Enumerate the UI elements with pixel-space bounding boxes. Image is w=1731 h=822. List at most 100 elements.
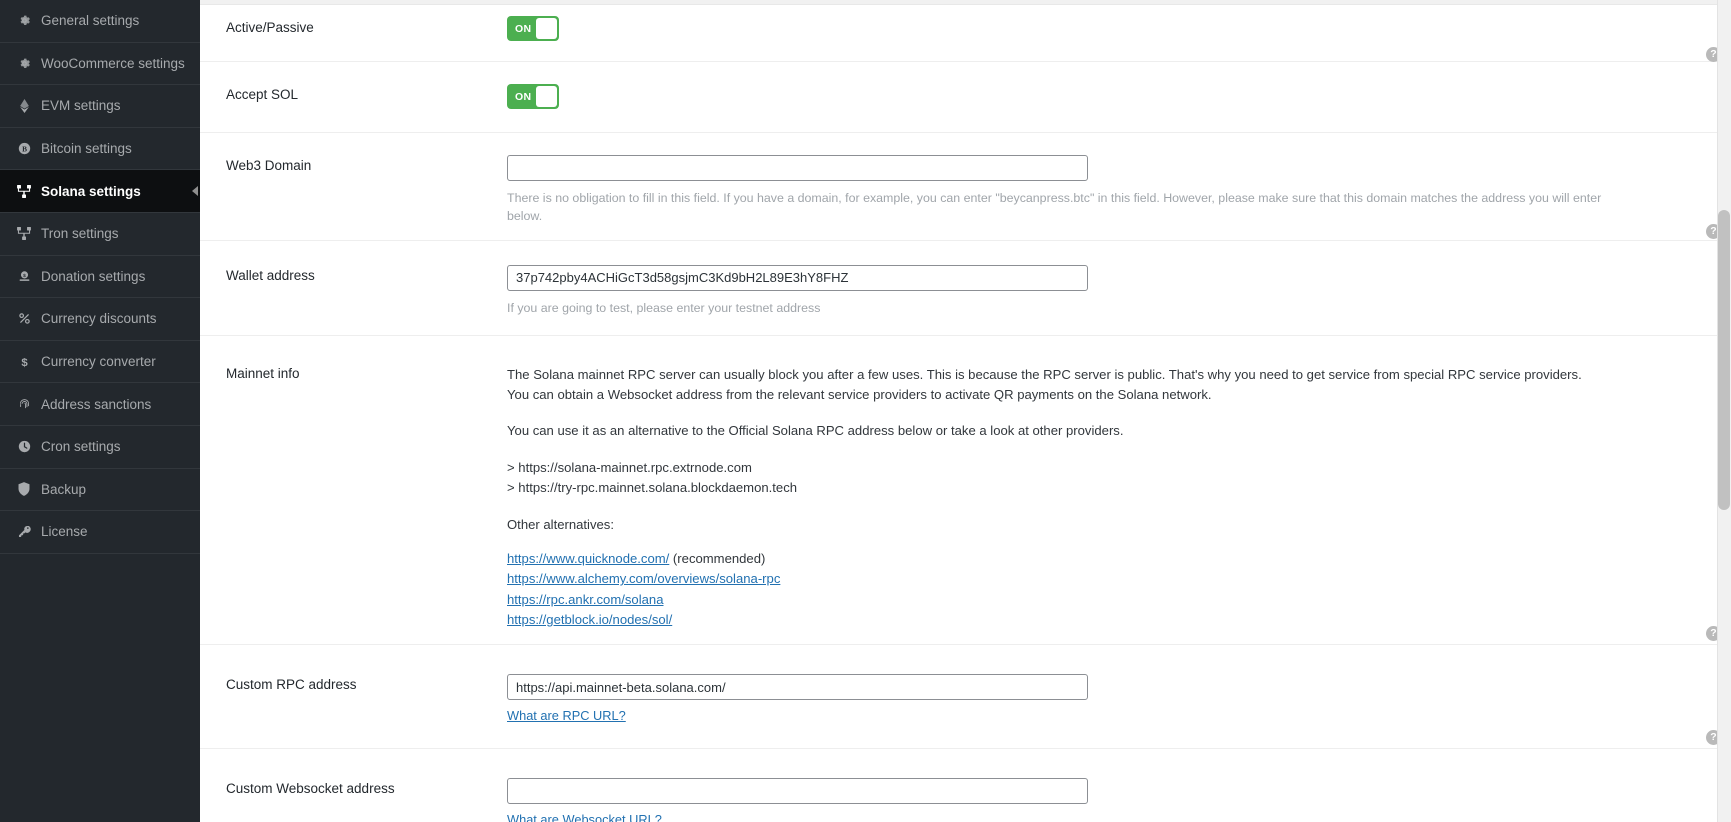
- row-field: ON ?: [507, 62, 1731, 132]
- row-label: Active/Passive: [200, 5, 507, 61]
- wallet-address-description: If you are going to test, please enter y…: [507, 300, 1671, 318]
- sidebar-item-donation-settings[interactable]: $ Donation settings: [0, 256, 200, 299]
- sidebar-item-currency-converter[interactable]: $ Currency converter: [0, 341, 200, 384]
- mainnet-info-paragraph-2: You can use it as an alternative to the …: [507, 421, 1607, 441]
- row-label: Mainnet info: [200, 336, 507, 644]
- sidebar-item-solana-settings[interactable]: Solana settings: [0, 170, 200, 213]
- solana-node-icon: [14, 227, 34, 240]
- row-field: What are Websocket URL? ?: [507, 749, 1731, 822]
- clock-icon: [14, 440, 34, 453]
- sidebar-item-license[interactable]: License: [0, 511, 200, 554]
- key-icon: [14, 525, 34, 538]
- row-custom-rpc-address: Custom RPC address What are RPC URL? ?: [200, 645, 1731, 749]
- wallet-address-input[interactable]: [507, 265, 1088, 291]
- gear-icon: [14, 57, 34, 70]
- sidebar-item-address-sanctions[interactable]: Address sanctions: [0, 383, 200, 426]
- fingerprint-icon: [14, 398, 34, 411]
- sidebar-item-tron-settings[interactable]: Tron settings: [0, 213, 200, 256]
- alternative-suffix: (recommended): [669, 551, 765, 566]
- sidebar-item-label: EVM settings: [41, 98, 121, 113]
- row-active-passive: Active/Passive ON: [200, 5, 1731, 62]
- alternatives-list: https://www.quicknode.com/ (recommended)…: [507, 549, 1607, 630]
- row-custom-websocket-address: Custom Websocket address What are Websoc…: [200, 749, 1731, 822]
- sidebar-item-label: Address sanctions: [41, 397, 151, 412]
- alternative-row: https://getblock.io/nodes/sol/: [507, 610, 1607, 630]
- sidebar: General settings WooCommerce settings EV…: [0, 0, 200, 822]
- donation-icon: $: [14, 270, 34, 283]
- row-accept-sol: Accept SOL ON ?: [200, 62, 1731, 133]
- row-field: If you are going to test, please enter y…: [507, 241, 1731, 335]
- web3-domain-description: There is no obligation to fill in this f…: [507, 190, 1617, 226]
- row-label: Wallet address: [200, 241, 507, 335]
- sidebar-item-general-settings[interactable]: General settings: [0, 0, 200, 43]
- sidebar-item-label: Backup: [41, 482, 86, 497]
- accept-sol-toggle[interactable]: ON: [507, 84, 559, 109]
- sidebar-item-bitcoin-settings[interactable]: B Bitcoin settings: [0, 128, 200, 171]
- page-scrollbar-thumb[interactable]: [1718, 210, 1730, 510]
- ethereum-icon: [14, 99, 34, 113]
- gear-icon: [14, 14, 34, 27]
- chevron-right-icon: [192, 186, 198, 196]
- row-mainnet-info: Mainnet info The Solana mainnet RPC serv…: [200, 336, 1731, 645]
- alternative-link[interactable]: https://www.alchemy.com/overviews/solana…: [507, 571, 780, 586]
- what-are-rpc-url-link[interactable]: What are RPC URL?: [507, 708, 626, 723]
- web3-domain-input[interactable]: [507, 155, 1088, 181]
- row-web3-domain: Web3 Domain There is no obligation to fi…: [200, 133, 1731, 241]
- alternative-row: https://www.quicknode.com/ (recommended): [507, 549, 1607, 569]
- sidebar-item-label: General settings: [41, 13, 139, 28]
- svg-text:$: $: [23, 273, 26, 279]
- toggle-knob: [536, 86, 557, 107]
- svg-text:$: $: [21, 357, 28, 369]
- row-field: There is no obligation to fill in this f…: [507, 133, 1731, 240]
- what-are-websocket-url-link[interactable]: What are Websocket URL?: [507, 812, 662, 822]
- alternative-link[interactable]: https://rpc.ankr.com/solana: [507, 592, 663, 607]
- row-wallet-address: Wallet address If you are going to test,…: [200, 241, 1731, 336]
- active-passive-toggle[interactable]: ON: [507, 16, 559, 41]
- dollar-icon: $: [14, 355, 34, 369]
- alternatives-label: Other alternatives:: [507, 515, 1607, 535]
- mainnet-info-body: The Solana mainnet RPC server can usuall…: [507, 361, 1607, 630]
- settings-page: General settings WooCommerce settings EV…: [0, 0, 1731, 822]
- sidebar-item-label: Cron settings: [41, 439, 121, 454]
- row-field: The Solana mainnet RPC server can usuall…: [507, 336, 1731, 644]
- alternative-row: https://rpc.ankr.com/solana: [507, 590, 1607, 610]
- row-field: ON: [507, 5, 1731, 61]
- sidebar-item-cron-settings[interactable]: Cron settings: [0, 426, 200, 469]
- sidebar-item-label: Tron settings: [41, 226, 119, 241]
- sidebar-item-label: Donation settings: [41, 269, 145, 284]
- page-scrollbar[interactable]: [1717, 0, 1731, 822]
- mainnet-rpc-list: > https://solana-mainnet.rpc.extrnode.co…: [507, 458, 1607, 499]
- row-field: What are RPC URL? ?: [507, 645, 1731, 748]
- shield-icon: [14, 482, 34, 496]
- custom-rpc-address-input[interactable]: [507, 674, 1088, 700]
- svg-text:B: B: [22, 145, 27, 154]
- row-label: Custom Websocket address: [200, 749, 507, 822]
- sidebar-item-backup[interactable]: Backup: [0, 469, 200, 512]
- alternative-row: https://www.alchemy.com/overviews/solana…: [507, 569, 1607, 589]
- sidebar-item-currency-discounts[interactable]: Currency discounts: [0, 298, 200, 341]
- alternative-link[interactable]: https://getblock.io/nodes/sol/: [507, 612, 672, 627]
- sidebar-item-label: Bitcoin settings: [41, 141, 132, 156]
- row-label: Custom RPC address: [200, 645, 507, 748]
- mainnet-info-paragraph-1: The Solana mainnet RPC server can usuall…: [507, 365, 1607, 404]
- row-label: Web3 Domain: [200, 133, 507, 240]
- toggle-state-label: ON: [509, 23, 536, 35]
- percent-icon: [14, 312, 34, 325]
- bitcoin-icon: B: [14, 142, 34, 155]
- sidebar-item-woocommerce-settings[interactable]: WooCommerce settings: [0, 43, 200, 86]
- mainnet-rpc-item: > https://solana-mainnet.rpc.extrnode.co…: [507, 458, 1607, 478]
- row-label: Accept SOL: [200, 62, 507, 132]
- toggle-knob: [536, 18, 557, 39]
- sidebar-item-label: WooCommerce settings: [41, 56, 185, 71]
- settings-content: Active/Passive ON Accept SOL ON ? Web3 D…: [200, 0, 1731, 822]
- custom-websocket-address-input[interactable]: [507, 778, 1088, 804]
- sidebar-item-label: Currency converter: [41, 354, 156, 369]
- sidebar-item-label: Solana settings: [41, 184, 141, 199]
- sidebar-item-label: Currency discounts: [41, 311, 157, 326]
- alternative-link[interactable]: https://www.quicknode.com/: [507, 551, 669, 566]
- solana-node-icon: [14, 185, 34, 198]
- sidebar-item-label: License: [41, 524, 88, 539]
- toggle-state-label: ON: [509, 91, 536, 103]
- mainnet-rpc-item: > https://try-rpc.mainnet.solana.blockda…: [507, 478, 1607, 498]
- sidebar-item-evm-settings[interactable]: EVM settings: [0, 85, 200, 128]
